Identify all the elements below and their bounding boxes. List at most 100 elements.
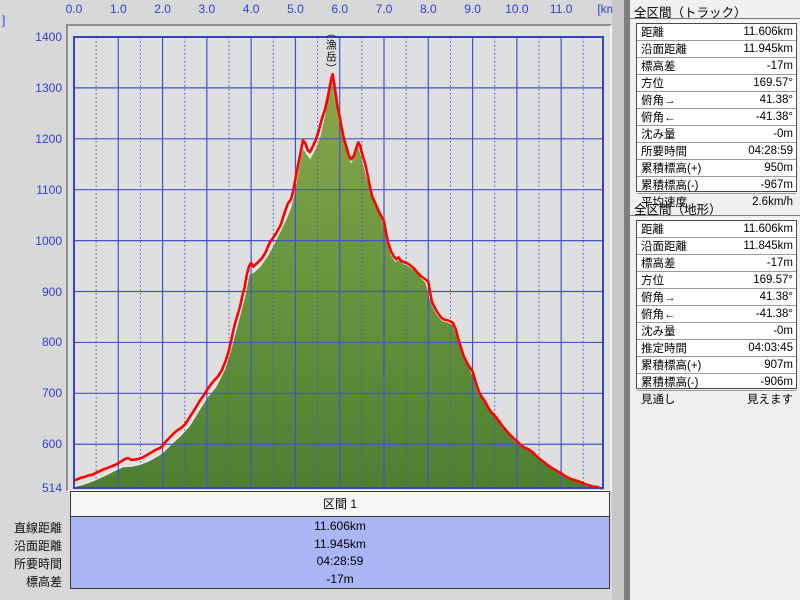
stat-row: 標高差 -17m <box>637 255 796 272</box>
stat-row: 累積標高(-) -967m <box>637 177 796 194</box>
stat-row: 見通し 見えます <box>637 391 796 407</box>
stat-label: 累積標高(-) <box>641 180 699 192</box>
stats-table-track: 距離 11.606km 沿面距離 11.945km 標高差 -17m 方位 169.57° 俯角… <box>636 23 797 209</box>
panel-title-terrain: 全区間（地形） <box>634 203 722 215</box>
y-tick-label: 900 <box>41 284 62 299</box>
stat-row: 標高差 -17m <box>637 58 796 75</box>
section-row-label: 直線距離 <box>13 521 62 535</box>
stat-row: 沈み量 -0m <box>637 323 796 340</box>
section-value: 04:28:59 <box>316 554 364 569</box>
stat-label: 標高差 <box>641 258 676 270</box>
stat-row: 俯角→ 41.38° <box>637 289 796 306</box>
stat-row: 沈み量 -0m <box>637 126 796 143</box>
x-tick-label: 9.0 <box>464 2 481 16</box>
stat-label: 俯角← <box>641 309 676 321</box>
stat-value: 04:28:59 <box>748 145 793 157</box>
panel-separator <box>630 18 800 22</box>
stat-label: 累積標高(+) <box>641 163 702 175</box>
stat-label: 距離 <box>641 224 664 236</box>
x-tick-label: 10.0 <box>505 2 529 16</box>
elevation-graph-pane: ] 0.0 1.0 2.0 3.0 4.0 5.0 6.0 7.0 8.0 9.0 10.0 11.0… <box>0 0 620 600</box>
stat-row: 沿面距離 11.945km <box>637 41 796 58</box>
y-tick-label: 600 <box>41 437 62 452</box>
stat-label: 見通し <box>641 394 676 406</box>
y-tick-label: 1200 <box>35 131 62 146</box>
x-tick-label: 2.0 <box>154 2 171 16</box>
stat-value: 169.57° <box>753 274 793 286</box>
stat-row: 所要時間 04:28:59 <box>637 143 796 160</box>
stat-label: 方位 <box>641 275 664 287</box>
stat-label: 沈み量 <box>641 129 676 141</box>
stat-value: 907m <box>764 359 793 371</box>
stat-row: 距離 11.606km <box>637 221 796 238</box>
panel-title-track: 全区間（トラック） <box>634 6 747 18</box>
stat-row: 方位 169.57° <box>637 272 796 289</box>
pane-splitter[interactable] <box>612 0 630 600</box>
stat-value: -967m <box>760 179 793 191</box>
x-tick-label: 7.0 <box>375 2 393 16</box>
stat-value: 11.945km <box>743 43 793 55</box>
stat-label: 標高差 <box>641 61 676 73</box>
stat-value: 見えます <box>747 394 793 406</box>
section-header[interactable]: 区間 1 <box>71 492 609 517</box>
section-value: -17m <box>326 572 354 587</box>
stat-value: 169.57° <box>753 77 793 89</box>
stat-value: -0m <box>773 325 793 337</box>
stat-row: 俯角← -41.38° <box>637 306 796 323</box>
section-value: 11.945km <box>314 536 366 551</box>
stat-label: 沿面距離 <box>641 44 687 56</box>
track-graph-window: ] 0.0 1.0 2.0 3.0 4.0 5.0 6.0 7.0 8.0 9.0 10.0 11.0… <box>0 0 800 600</box>
stat-value: -41.38° <box>755 308 793 320</box>
x-axis-unit-label: [km] <box>597 2 620 16</box>
x-tick-label: 4.0 <box>242 2 260 16</box>
stat-label: 俯角← <box>641 112 676 124</box>
stat-value: -17m <box>766 60 793 72</box>
stat-value: -906m <box>760 376 793 388</box>
stat-label: 俯角→ <box>641 95 676 107</box>
section-row-label: 所要時間 <box>13 557 62 571</box>
stat-label: 沿面距離 <box>641 241 687 253</box>
elevation-chart-plot[interactable] <box>66 24 612 492</box>
stats-sidebar: 全区間（トラック） 距離 11.606km 沿面距離 11.945km 標高差 -17m 方… <box>630 0 800 600</box>
stat-row: 俯角→ 41.38° <box>637 92 796 109</box>
stat-value: -0m <box>773 128 793 140</box>
stat-row: 推定時間 04:03:45 <box>637 340 796 357</box>
stat-value: 41.38° <box>759 94 793 106</box>
y-tick-label: 800 <box>41 335 62 350</box>
stat-row: 累積標高(+) 950m <box>637 160 796 177</box>
stats-table-terrain: 距離 11.606km 沿面距離 11.845km 標高差 -17m 方位 169.57° 俯角… <box>636 220 797 406</box>
stat-label: 推定時間 <box>641 343 687 355</box>
y-tick-label: 1100 <box>36 182 62 197</box>
stat-value: -17m <box>766 257 793 269</box>
y-tick-label: 700 <box>41 386 62 401</box>
x-tick-label: 6.0 <box>331 2 349 16</box>
section-row-label: 沿面距離 <box>13 539 62 553</box>
stat-value: 04:03:45 <box>748 342 793 354</box>
stat-row: 方位 169.57° <box>637 75 796 92</box>
y-axis-unit-clipped: ] <box>2 13 6 27</box>
x-tick-label: 3.0 <box>198 2 216 16</box>
y-tick-label: 514 <box>41 481 62 495</box>
stat-label: 方位 <box>641 78 664 90</box>
x-tick-label: 8.0 <box>419 2 437 16</box>
stat-value: 11.845km <box>743 240 793 252</box>
section-summary-table: 区間 1 11.606km 11.945km 04:28:59 -17m <box>70 491 610 589</box>
panel-separator <box>630 215 800 219</box>
x-tick-label: 1.0 <box>109 2 127 16</box>
y-tick-label: 1300 <box>35 80 62 95</box>
section-value: 11.606km <box>314 518 366 533</box>
stat-label: 累積標高(-) <box>641 377 699 389</box>
section-row-label: 標高差 <box>25 575 62 589</box>
x-tick-label: 0.0 <box>65 2 83 16</box>
stat-value: 11.606km <box>743 223 793 235</box>
section-values: 11.606km 11.945km 04:28:59 -17m <box>71 517 609 588</box>
stat-row: 俯角← -41.38° <box>637 109 796 126</box>
stat-value: 950m <box>764 162 793 174</box>
stat-value: 41.38° <box>759 291 793 303</box>
stat-row: 累積標高(-) -906m <box>637 374 796 391</box>
stat-value: 11.606km <box>743 26 793 38</box>
y-tick-label: 1000 <box>35 233 62 248</box>
x-tick-label: 5.0 <box>287 2 304 16</box>
peak-annotation: （漁岳） <box>324 27 337 75</box>
stat-row: 累積標高(+) 907m <box>637 357 796 374</box>
